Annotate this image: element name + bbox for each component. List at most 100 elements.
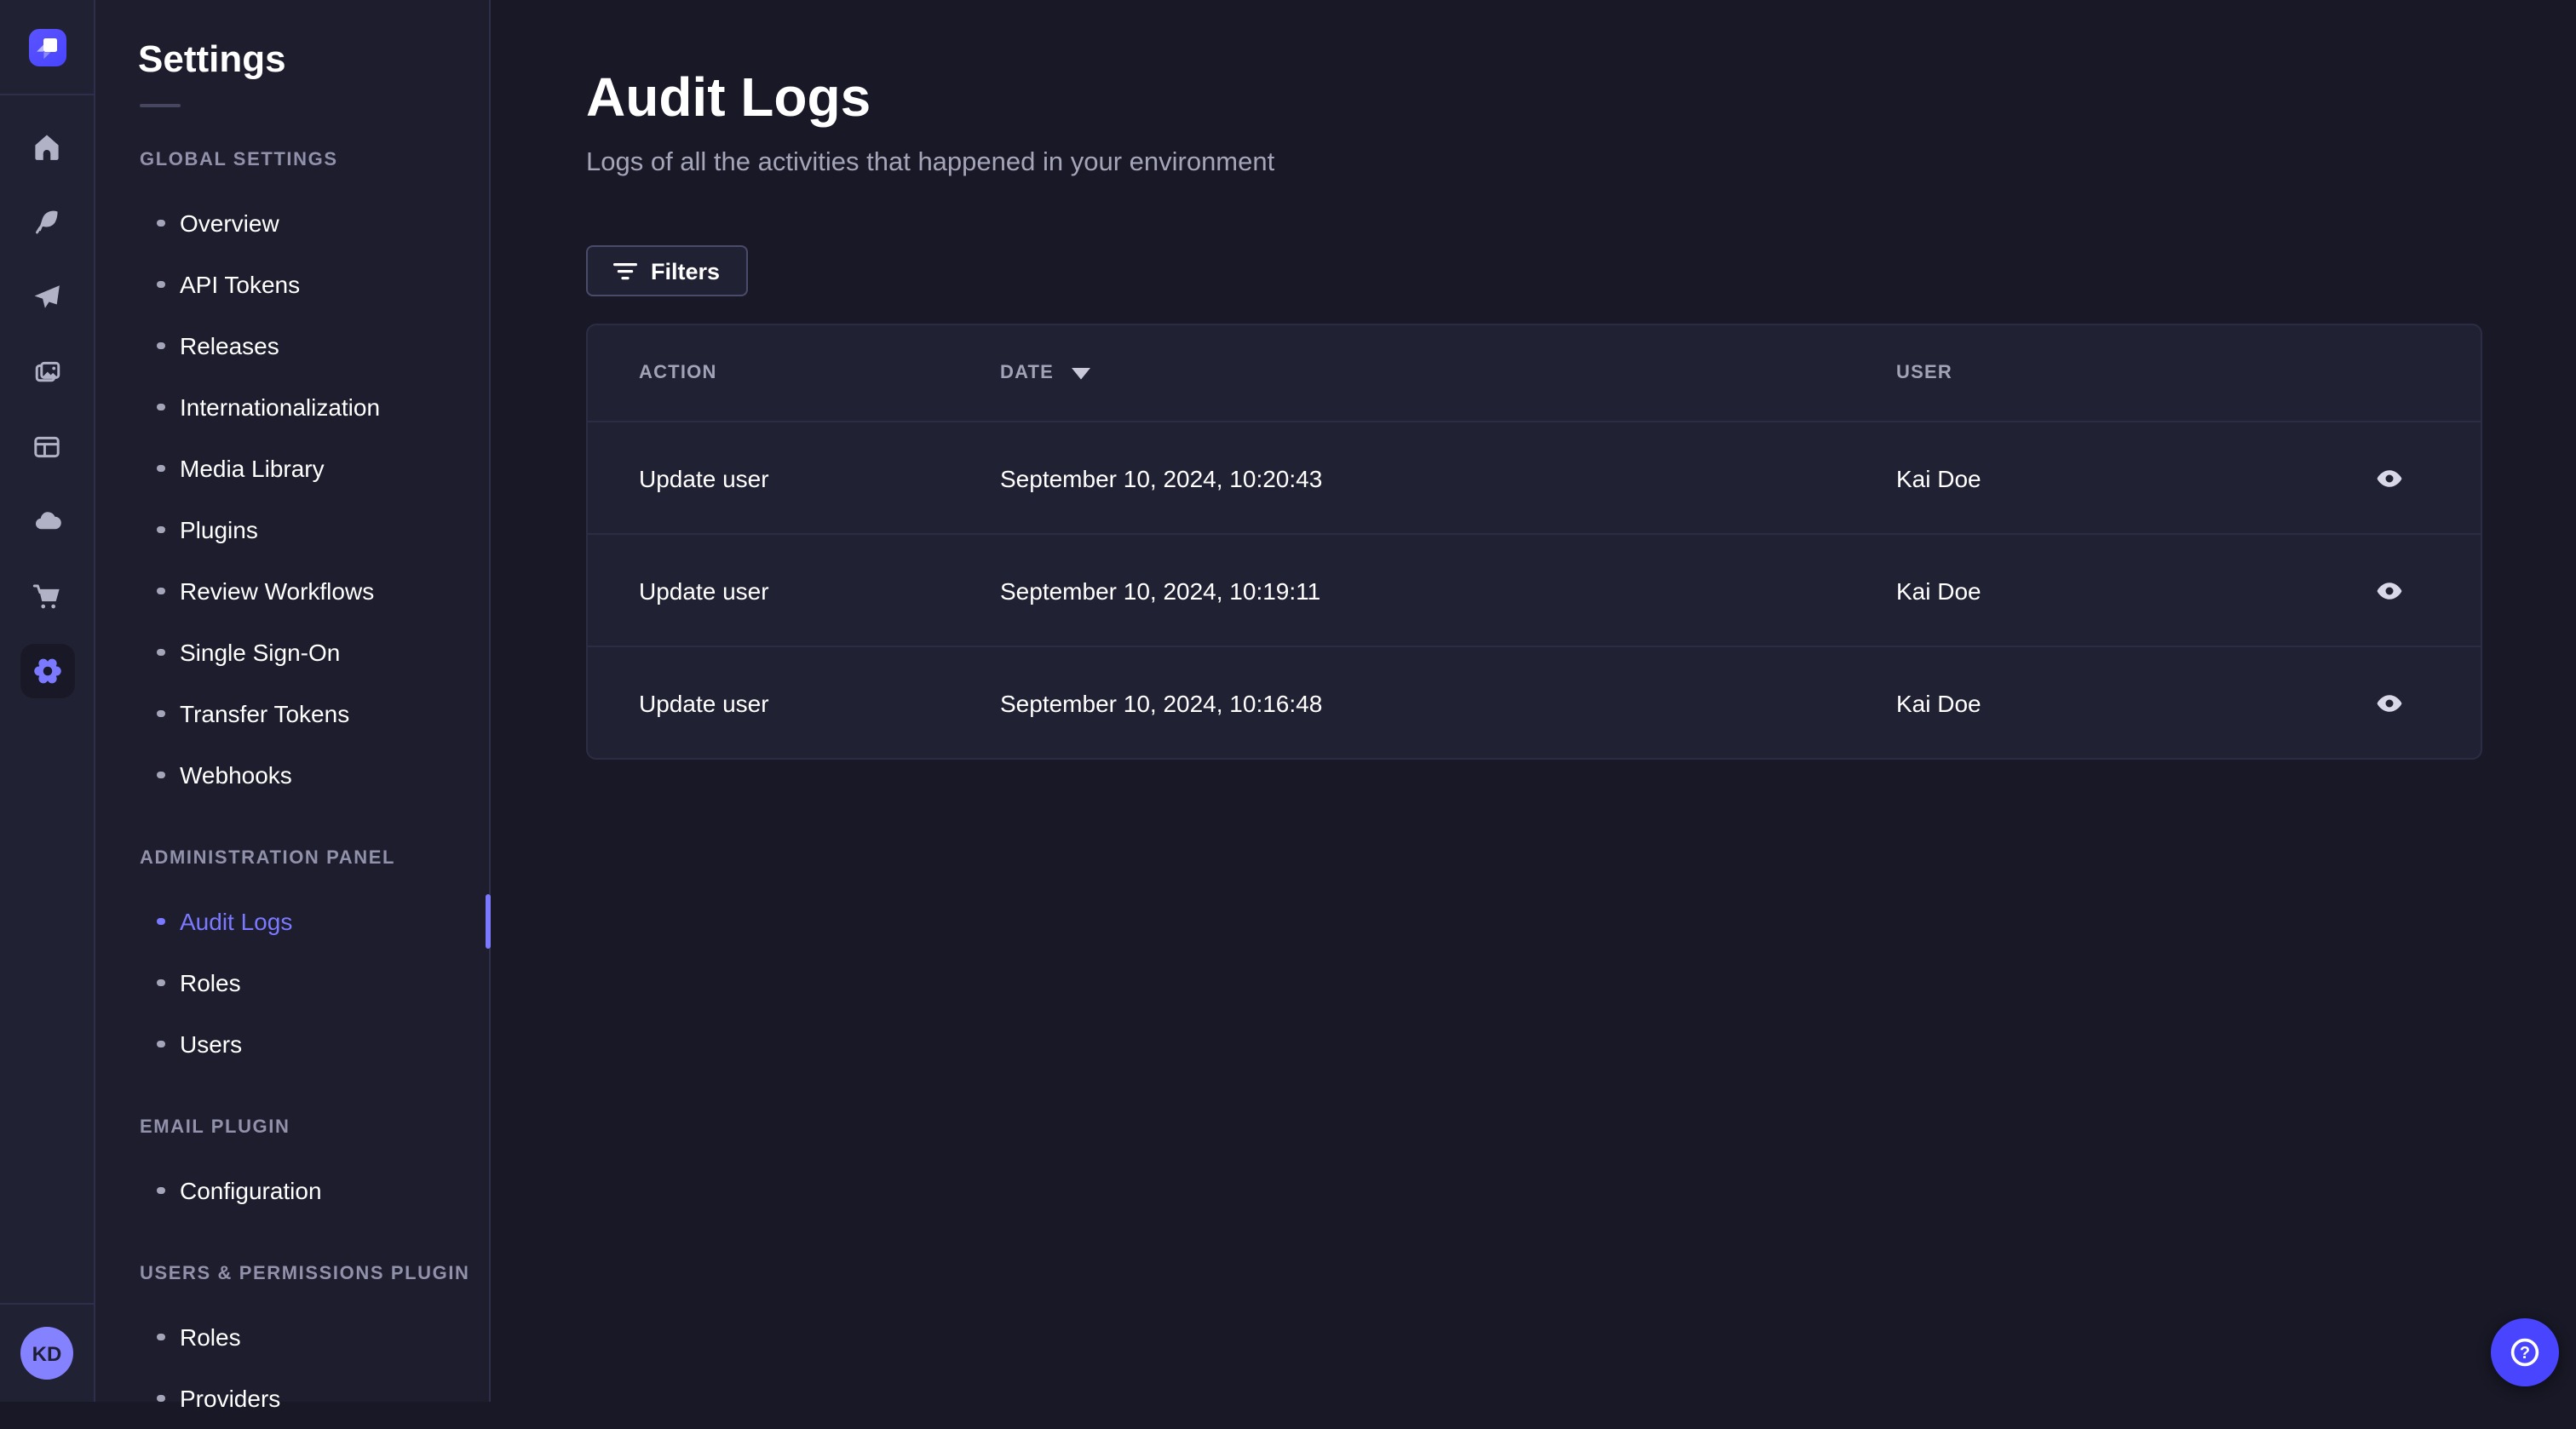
sidebar-item-media-library[interactable]: Media Library: [95, 438, 489, 499]
paper-plane-icon: [34, 284, 60, 307]
table-row[interactable]: Update user September 10, 2024, 10:20:43…: [588, 421, 2481, 533]
cell-action: Update user: [639, 577, 769, 604]
cell-date: September 10, 2024, 10:20:43: [1000, 464, 1323, 491]
table-header-row: ACTION DATE USER: [588, 325, 2481, 421]
sidebar-item-webhooks[interactable]: Webhooks: [95, 744, 489, 806]
column-header-date-label: DATE: [1000, 363, 1055, 383]
question-mark-icon: ?: [2510, 1338, 2539, 1367]
filters-button-label: Filters: [651, 258, 721, 284]
home-icon: [35, 134, 59, 159]
view-log-button[interactable]: [2365, 566, 2412, 614]
pictures-icon: [34, 360, 60, 382]
column-header-date[interactable]: DATE: [1000, 363, 1896, 383]
bullet-icon: [157, 219, 164, 227]
section-email-plugin: EMAIL PLUGIN Configuration: [95, 1095, 489, 1221]
settings-subnav: Settings GLOBAL SETTINGS Overview API To…: [95, 0, 491, 1412]
workspace-logo-section: [0, 0, 94, 95]
layout-icon: [34, 435, 60, 457]
section-users-permissions-plugin: USERS & PERMISSIONS PLUGIN Roles Provide…: [95, 1242, 489, 1429]
sidebar-item-audit-logs[interactable]: Audit Logs: [95, 891, 489, 952]
bullet-icon: [157, 587, 164, 595]
sidebar-item-overview[interactable]: Overview: [95, 192, 489, 254]
bullet-icon: [157, 280, 164, 289]
sidebar-item-review-workflows[interactable]: Review Workflows: [95, 560, 489, 622]
page-title: Audit Logs: [586, 66, 871, 128]
sidebar-item-admin-users[interactable]: Users: [95, 1013, 489, 1075]
bullet-icon: [157, 464, 164, 473]
sort-desc-icon: [1071, 367, 1090, 379]
bullet-icon: [157, 771, 164, 779]
main-content: Audit Logs Logs of all the activities th…: [491, 0, 2576, 1402]
section-global-settings: GLOBAL SETTINGS Overview API Tokens Rele…: [95, 128, 489, 806]
section-label: ADMINISTRATION PANEL: [140, 848, 396, 869]
eye-icon: [2376, 469, 2401, 486]
bullet-icon: [157, 525, 164, 534]
page-subtitle: Logs of all the activities that happened…: [586, 148, 1275, 177]
section-label: USERS & PERMISSIONS PLUGIN: [140, 1264, 470, 1284]
bullet-icon: [157, 403, 164, 411]
rail-nav: [0, 95, 94, 709]
view-log-button[interactable]: [2365, 454, 2412, 502]
cell-date: September 10, 2024, 10:19:11: [1000, 577, 1321, 604]
nav-cloud[interactable]: [0, 484, 94, 559]
table-row[interactable]: Update user September 10, 2024, 10:16:48…: [588, 646, 2481, 758]
feather-icon: [36, 209, 58, 233]
cell-user: Kai Doe: [1896, 689, 1981, 716]
nav-send[interactable]: [0, 259, 94, 334]
sidebar-item-transfer-tokens[interactable]: Transfer Tokens: [95, 683, 489, 744]
bullet-icon: [157, 1333, 164, 1341]
bullet-icon: [157, 648, 164, 657]
bullet-icon: [157, 978, 164, 987]
title-divider: [140, 104, 181, 107]
nav-settings[interactable]: [0, 634, 94, 709]
bullet-icon: [157, 341, 164, 350]
eye-icon: [2376, 582, 2401, 599]
bullet-icon: [157, 709, 164, 718]
eye-icon: [2376, 694, 2401, 711]
svg-text:?: ?: [2520, 1344, 2530, 1363]
sidebar-item-api-tokens[interactable]: API Tokens: [95, 254, 489, 315]
table-row[interactable]: Update user September 10, 2024, 10:19:11…: [588, 533, 2481, 646]
sidebar-item-releases[interactable]: Releases: [95, 315, 489, 376]
bullet-icon: [157, 1394, 164, 1403]
nav-content-type-builder[interactable]: [0, 409, 94, 484]
nav-home[interactable]: [0, 109, 94, 184]
user-avatar[interactable]: KD: [20, 1327, 73, 1380]
subnav-title: Settings: [138, 37, 286, 80]
strapi-logo-icon: [36, 37, 56, 59]
section-label: EMAIL PLUGIN: [140, 1117, 290, 1138]
sidebar-item-email-configuration[interactable]: Configuration: [95, 1160, 489, 1221]
sidebar-item-up-roles[interactable]: Roles: [95, 1306, 489, 1368]
nav-marketplace[interactable]: [0, 559, 94, 634]
column-header-action: ACTION: [639, 363, 717, 383]
bullet-icon: [157, 917, 164, 926]
cell-action: Update user: [639, 689, 769, 716]
cell-user: Kai Doe: [1896, 577, 1981, 604]
sidebar-item-internationalization[interactable]: Internationalization: [95, 376, 489, 438]
bullet-icon: [157, 1040, 164, 1048]
sidebar-item-single-sign-on[interactable]: Single Sign-On: [95, 622, 489, 683]
main-nav-rail: KD: [0, 0, 95, 1402]
rail-user-section: KD: [0, 1303, 94, 1402]
cell-action: Update user: [639, 464, 769, 491]
section-administration-panel: ADMINISTRATION PANEL Audit Logs Roles Us…: [95, 826, 489, 1075]
strapi-admin-app: KD Settings GLOBAL SETTINGS Overview API…: [0, 0, 2576, 1412]
cart-icon: [32, 583, 60, 608]
cell-date: September 10, 2024, 10:16:48: [1000, 689, 1323, 716]
sidebar-item-admin-roles[interactable]: Roles: [95, 952, 489, 1013]
gear-icon: [33, 658, 60, 684]
column-header-user: USER: [1896, 363, 1952, 383]
nav-content-manager[interactable]: [0, 184, 94, 259]
filter-lines-icon: [613, 261, 637, 279]
strapi-logo[interactable]: [28, 28, 66, 66]
section-label: GLOBAL SETTINGS: [140, 150, 338, 170]
active-nav-highlight: [20, 644, 74, 698]
sidebar-item-plugins[interactable]: Plugins: [95, 499, 489, 560]
filters-button[interactable]: Filters: [586, 245, 748, 296]
cell-user: Kai Doe: [1896, 464, 1981, 491]
nav-media-library[interactable]: [0, 334, 94, 409]
sidebar-item-up-providers[interactable]: Providers: [95, 1368, 489, 1429]
view-log-button[interactable]: [2365, 679, 2412, 726]
help-button[interactable]: ?: [2491, 1318, 2559, 1386]
audit-logs-table: ACTION DATE USER Update user September 1…: [586, 324, 2482, 760]
